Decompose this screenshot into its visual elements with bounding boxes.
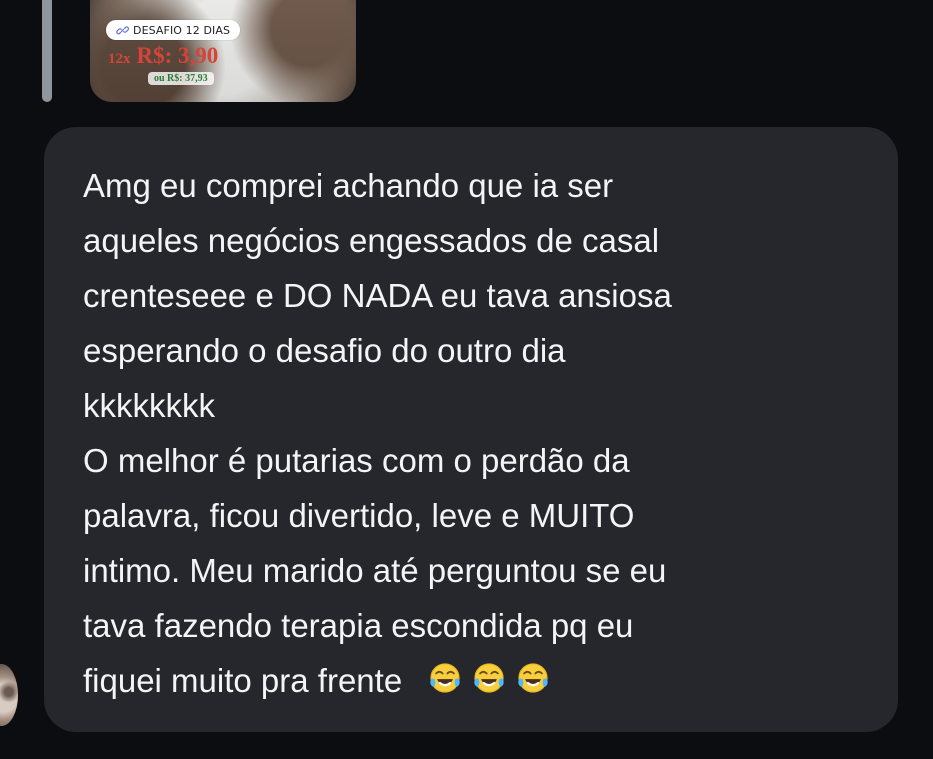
- message-last-line-text: fiquei muito pra frente: [83, 662, 403, 699]
- face-with-tears-of-joy-icon: [430, 663, 461, 693]
- face-with-tears-of-joy-icon: [474, 663, 505, 693]
- message-line: aqueles negócios engessados de casal: [83, 222, 660, 259]
- main-price: 12x R$: 3,90: [108, 43, 218, 69]
- message-line: Amg eu comprei achando que ia ser: [83, 167, 614, 204]
- alternative-price: ou R$: 37,93: [148, 72, 214, 85]
- installments-label: 12x: [108, 51, 131, 67]
- link-icon: [116, 25, 129, 34]
- message-line: O melhor é putarias com o perdão da: [83, 442, 630, 479]
- message-line: palavra, ficou divertido, leve e MUITO: [83, 497, 635, 534]
- sender-avatar[interactable]: [0, 664, 18, 726]
- emoji-row: [427, 660, 551, 696]
- message-line: esperando o desafio do outro dia: [83, 332, 566, 369]
- badge-label: DESAFIO 12 DIAS: [133, 23, 231, 37]
- face-with-tears-of-joy-icon: [518, 663, 549, 693]
- message-line: intimo. Meu marido até perguntou se eu: [83, 552, 667, 589]
- reply-thread-line: [42, 0, 52, 102]
- message-line: kkkkkkkk: [83, 387, 215, 424]
- message-line: tava fazendo terapia escondida pq eu: [83, 607, 634, 644]
- message-line: crenteseee e DO NADA eu tava ansiosa: [83, 277, 672, 314]
- message-last-line: fiquei muito pra frente: [83, 653, 862, 708]
- message-text: Amg eu comprei achando que ia ser aquele…: [83, 158, 862, 708]
- message-bubble[interactable]: Amg eu comprei achando que ia ser aquele…: [44, 127, 898, 732]
- price-value: R$: 3,90: [136, 43, 219, 68]
- challenge-badge: DESAFIO 12 DIAS: [106, 20, 241, 40]
